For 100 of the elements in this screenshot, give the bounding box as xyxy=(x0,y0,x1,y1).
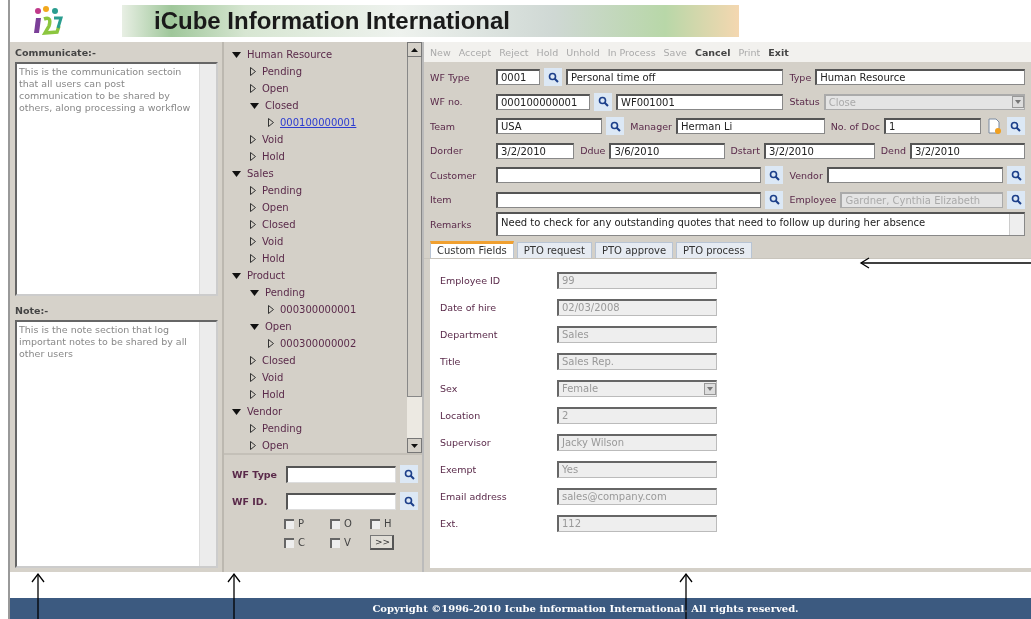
search-button[interactable] xyxy=(400,492,418,510)
input-field[interactable]: Human Resource xyxy=(815,69,1025,86)
scroll-up-icon[interactable] xyxy=(411,47,418,52)
field-label: Date of hire xyxy=(440,301,498,313)
tree-item[interactable]: Pending xyxy=(262,423,302,434)
caret-right-icon[interactable] xyxy=(250,220,256,229)
caret-right-icon[interactable] xyxy=(250,390,256,399)
caret-right-icon[interactable] xyxy=(268,339,274,348)
tree-item[interactable]: Open xyxy=(262,83,289,94)
checkbox[interactable] xyxy=(370,518,380,529)
tree-item[interactable]: Closed xyxy=(262,355,296,366)
caret-right-icon[interactable] xyxy=(250,424,256,433)
caret-right-icon[interactable] xyxy=(250,356,256,365)
caret-right-icon[interactable] xyxy=(250,373,256,382)
input-field[interactable]: 0001 xyxy=(496,69,540,86)
tree-item[interactable]: Human Resource xyxy=(247,49,333,60)
search-button[interactable] xyxy=(765,166,784,185)
caret-down-icon[interactable] xyxy=(250,289,259,296)
caret-right-icon[interactable] xyxy=(250,186,256,195)
dropdown-arrow-icon[interactable] xyxy=(707,386,713,391)
caret-down-icon[interactable] xyxy=(250,102,259,109)
tree-item[interactable]: Void xyxy=(262,236,284,247)
caret-down-icon[interactable] xyxy=(232,170,241,177)
search-button[interactable] xyxy=(1007,117,1025,136)
input-field[interactable]: 000100000001 xyxy=(496,93,590,110)
search-button[interactable] xyxy=(765,190,784,209)
tree-item[interactable]: Closed xyxy=(262,219,296,230)
remarks-field[interactable]: Need to check for any outstanding quotes that need to follow up during her absence xyxy=(496,212,1025,237)
tree-item[interactable]: Open xyxy=(262,440,289,451)
caret-right-icon[interactable] xyxy=(250,152,256,161)
tab[interactable]: Custom Fields xyxy=(430,240,514,258)
caret-down-icon[interactable] xyxy=(250,323,259,330)
caret-right-icon[interactable] xyxy=(250,203,256,212)
checkbox[interactable] xyxy=(284,518,294,529)
input-field[interactable] xyxy=(496,167,762,184)
caret-right-icon[interactable] xyxy=(250,67,256,76)
input-field[interactable]: 3/6/2010 xyxy=(609,142,725,159)
annotation-arrow xyxy=(227,573,241,619)
input-field[interactable]: Personal time off xyxy=(566,69,784,86)
search-button[interactable] xyxy=(606,117,625,136)
tree-item[interactable]: Vendor xyxy=(247,406,283,417)
tree-item[interactable]: Hold xyxy=(262,253,285,264)
scrollbar[interactable] xyxy=(407,42,422,453)
search-button[interactable] xyxy=(1007,166,1025,185)
tree-item[interactable]: Void xyxy=(262,134,284,145)
tree-item[interactable]: Closed xyxy=(265,100,299,111)
toolbar-button[interactable]: Exit xyxy=(768,46,789,58)
caret-right-icon[interactable] xyxy=(250,441,256,450)
input-field[interactable]: 1 xyxy=(884,118,981,135)
checkbox[interactable] xyxy=(330,518,340,529)
caret-right-icon[interactable] xyxy=(250,237,256,246)
record-link[interactable]: 000100000001 xyxy=(280,117,357,128)
input-field[interactable] xyxy=(826,167,1003,184)
caret-down-icon[interactable] xyxy=(232,272,241,279)
caret-down-icon[interactable] xyxy=(232,408,241,415)
input-field[interactable]: 3/2/2010 xyxy=(763,142,875,159)
caret-right-icon[interactable] xyxy=(250,84,256,93)
go-button[interactable]: >> xyxy=(370,535,394,550)
tree-item[interactable]: Open xyxy=(262,202,289,213)
input-field[interactable]: 3/2/2010 xyxy=(909,142,1025,159)
tree-item[interactable]: Hold xyxy=(262,151,285,162)
tree-item[interactable]: Hold xyxy=(262,389,285,400)
tab[interactable]: PTO process xyxy=(676,241,752,258)
communication-field[interactable]: This is the communication sectoin that all users can post communication to be shared by others, along processing a workflow xyxy=(15,62,218,296)
caret-right-icon[interactable] xyxy=(268,118,274,127)
input-field[interactable] xyxy=(496,191,762,208)
tab[interactable]: PTO approve xyxy=(595,241,674,258)
checkbox[interactable] xyxy=(330,537,340,548)
field-label: Employee ID xyxy=(440,274,502,286)
tree-item[interactable]: Pending xyxy=(262,185,302,196)
tree-item[interactable]: Pending xyxy=(262,66,302,77)
tree-item[interactable]: 000300000002 xyxy=(280,338,357,349)
caret-right-icon[interactable] xyxy=(250,135,256,144)
toolbar-button[interactable]: Cancel xyxy=(694,46,731,58)
scroll-down-icon[interactable] xyxy=(411,443,418,448)
caret-right-icon[interactable] xyxy=(268,305,274,314)
search-button[interactable] xyxy=(400,465,418,483)
search-button[interactable] xyxy=(544,68,562,87)
input-field[interactable]: USA xyxy=(496,118,603,135)
tree-item[interactable]: Open xyxy=(265,321,292,332)
tab[interactable]: PTO request xyxy=(516,241,592,258)
note-field[interactable]: This is the note section that log important notes to be shared by all other users xyxy=(15,320,218,568)
input-field[interactable]: WF001001 xyxy=(616,93,784,110)
tree-item[interactable]: Pending xyxy=(265,287,305,298)
tree-item[interactable]: 000300000001 xyxy=(280,304,357,315)
tree-item[interactable]: Sales xyxy=(247,168,274,179)
caret-right-icon[interactable] xyxy=(250,254,256,263)
tree-item[interactable]: Void xyxy=(262,372,284,383)
field-label: Status xyxy=(789,96,820,108)
search-field[interactable] xyxy=(286,492,396,510)
search-field[interactable] xyxy=(286,465,396,483)
input-field[interactable]: Herman Li xyxy=(676,118,825,135)
search-button[interactable] xyxy=(1007,190,1025,209)
input-field[interactable]: 3/2/2010 xyxy=(496,142,575,159)
field-label: Dorder xyxy=(430,145,464,157)
search-button[interactable] xyxy=(594,92,612,111)
tree-item[interactable]: Product xyxy=(247,270,285,281)
field-label: Sex xyxy=(440,382,459,394)
checkbox[interactable] xyxy=(284,537,294,548)
caret-down-icon[interactable] xyxy=(232,51,241,58)
